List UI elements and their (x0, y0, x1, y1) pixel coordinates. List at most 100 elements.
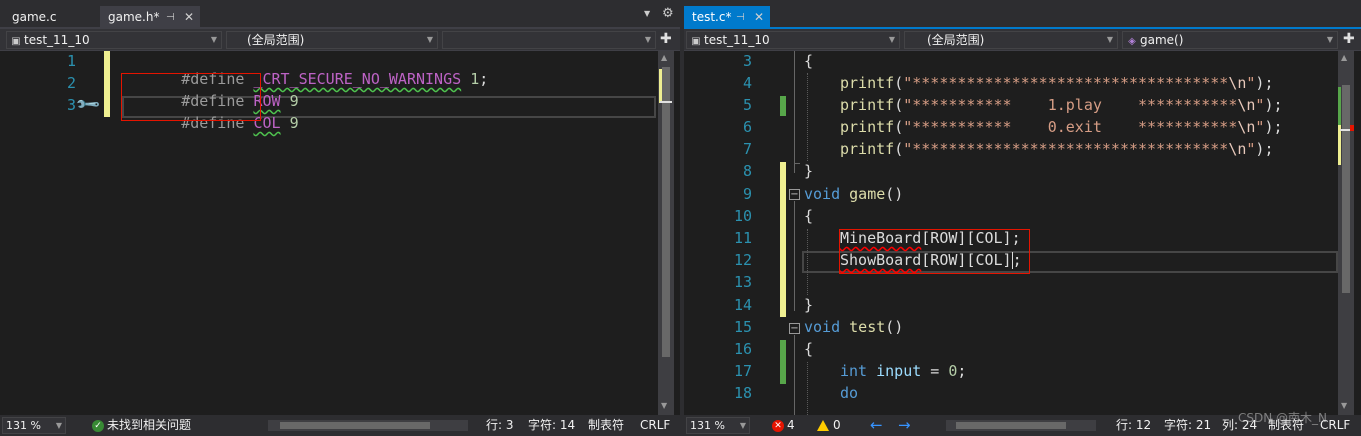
function-call: printf (840, 118, 895, 136)
function-call: printf (840, 96, 895, 114)
escape-sequence: \n (1237, 96, 1256, 114)
arrow-right-icon[interactable]: → (898, 415, 911, 436)
scroll-up-icon[interactable]: ▲ (661, 53, 667, 62)
scroll-up-icon[interactable]: ▲ (1341, 53, 1347, 62)
chevron-down-icon: ▼ (426, 35, 433, 44)
chevron-down-icon[interactable]: ▼ (644, 9, 650, 18)
arrow-left-icon[interactable]: ← (870, 415, 883, 436)
close-icon[interactable]: ✕ (754, 6, 764, 29)
member-dropdown[interactable]: ▼ (442, 31, 656, 49)
line-number: 1 (66, 52, 76, 70)
tab-game-c[interactable]: game.c (4, 6, 100, 29)
error-count-text: 4 (787, 418, 795, 432)
semicolon: ; (957, 362, 967, 380)
code-line: printf("*********** 1.play ***********\n… (840, 96, 1283, 114)
right-tab-bar: test.c* ⊣ ✕ (684, 0, 1361, 29)
code-line: do (840, 384, 858, 402)
scrollbar-thumb[interactable] (956, 422, 1066, 429)
string-literal: "*********************************** (903, 140, 1229, 158)
scope-dropdown[interactable]: (全局范围) ▼ (226, 31, 438, 49)
screwdriver-icon[interactable]: 🔧 (74, 91, 102, 119)
code-line: printf("********************************… (840, 140, 1273, 158)
change-indicator-unsaved (104, 51, 110, 117)
open-brace: { (804, 340, 814, 358)
pin-icon[interactable]: ⊣ (166, 6, 175, 29)
char-indicator[interactable]: 字符: 21 (1164, 415, 1211, 436)
vertical-scrollbar[interactable]: ▲ ▼ (1338, 51, 1354, 415)
chevron-down-icon: ▼ (1326, 35, 1333, 44)
collapse-toggle-icon[interactable]: − (789, 189, 800, 200)
function-call: printf (840, 74, 895, 92)
scroll-down-icon[interactable]: ▼ (661, 401, 667, 410)
call-tail: ); (1255, 74, 1274, 92)
vertical-scrollbar[interactable]: ▲ ▼ (658, 51, 674, 415)
line-number: 13 (733, 273, 752, 291)
open-brace: { (804, 52, 814, 70)
paren: ( (894, 96, 904, 114)
chevron-down-icon: ▼ (888, 35, 895, 44)
left-status-bar: 131 % ▼ ✓ 未找到相关问题 行: 3 字符: 14 制表符 CRLF (0, 415, 680, 436)
gear-icon[interactable]: ⚙ (662, 6, 674, 21)
collapse-toggle-icon[interactable]: − (789, 323, 800, 334)
issues-indicator[interactable]: ✓ 未找到相关问题 (92, 415, 191, 436)
split-editor-icon[interactable]: ✚ (1343, 32, 1355, 46)
horizontal-scrollbar[interactable] (268, 420, 468, 431)
code-line: { (804, 340, 813, 358)
scrollbar-thumb[interactable] (662, 67, 670, 357)
keyword: int (840, 362, 868, 380)
split-editor-icon[interactable]: ✚ (660, 32, 672, 46)
parens: () (885, 318, 904, 336)
line-ending-indicator[interactable]: CRLF (640, 415, 670, 436)
operator: = (921, 362, 949, 380)
project-dropdown[interactable]: ▣ test_11_10 ▼ (686, 31, 900, 49)
scrollbar-thumb[interactable] (1342, 85, 1350, 293)
char-indicator[interactable]: 字符: 14 (528, 415, 575, 436)
chevron-down-icon: ▼ (1106, 35, 1113, 44)
project-name: test_11_10 (704, 33, 770, 47)
error-count[interactable]: ✕ 4 (772, 415, 795, 436)
change-indicator-unsaved (780, 162, 786, 317)
outline-line (794, 51, 795, 163)
left-navigation-bar: ▣ test_11_10 ▼ (全局范围) ▼ ▼ ✚ (0, 29, 680, 51)
checkmark-circle-icon: ✓ (92, 419, 104, 432)
line-number: 8 (742, 162, 752, 180)
paren: ( (894, 74, 904, 92)
right-code-editor[interactable]: 3 4 5 6 7 8 9 10 11 12 13 14 15 16 17 18… (684, 51, 1361, 415)
line-number: 15 (733, 318, 752, 336)
error-icon: ✕ (772, 419, 784, 432)
warning-count[interactable]: 0 (817, 415, 841, 436)
warning-icon (817, 420, 829, 431)
line-indicator[interactable]: 行: 3 (486, 415, 514, 436)
tab-game-h[interactable]: game.h* ⊣ ✕ (100, 6, 200, 29)
outline-line (794, 335, 795, 415)
tabs-indicator[interactable]: 制表符 (588, 415, 624, 436)
close-icon[interactable]: ✕ (184, 6, 194, 29)
pin-icon[interactable]: ⊣ (736, 6, 745, 29)
scroll-caret-mark (660, 101, 672, 103)
c-file-icon: ▣ (11, 36, 21, 47)
semicolon: ; (479, 70, 489, 88)
macro-value: 9 (289, 114, 299, 132)
function-name: game (849, 185, 886, 203)
line-number: 3 (742, 52, 752, 70)
right-editor-pane: test.c* ⊣ ✕ ▣ test_11_10 ▼ (全局范围) ▼ ◈ game… (684, 0, 1361, 436)
outline-line (794, 163, 800, 173)
zoom-dropdown[interactable]: 131 % ▼ (2, 417, 66, 434)
call-tail: ); (1255, 140, 1274, 158)
chevron-down-icon: ▼ (739, 421, 746, 430)
tab-test-c[interactable]: test.c* ⊣ ✕ (684, 6, 770, 29)
scroll-down-icon[interactable]: ▼ (1341, 401, 1347, 410)
line-number: 14 (733, 296, 752, 314)
scrollbar-thumb[interactable] (280, 422, 430, 429)
line-number: 4 (742, 74, 752, 92)
project-dropdown[interactable]: ▣ test_11_10 ▼ (6, 31, 222, 49)
line-number: 17 (733, 362, 752, 380)
member-dropdown[interactable]: ◈ game() ▼ (1122, 31, 1338, 49)
left-code-editor[interactable]: 1 2 3 🔧 #define _CRT_SECURE_NO_WARNINGS … (0, 51, 680, 415)
variable-name: input (876, 362, 922, 380)
line-indicator[interactable]: 行: 12 (1116, 415, 1151, 436)
scope-dropdown[interactable]: (全局范围) ▼ (904, 31, 1118, 49)
horizontal-scrollbar[interactable] (946, 420, 1096, 431)
chevron-down-icon: ▼ (55, 421, 62, 430)
zoom-dropdown[interactable]: 131 % ▼ (686, 417, 750, 434)
